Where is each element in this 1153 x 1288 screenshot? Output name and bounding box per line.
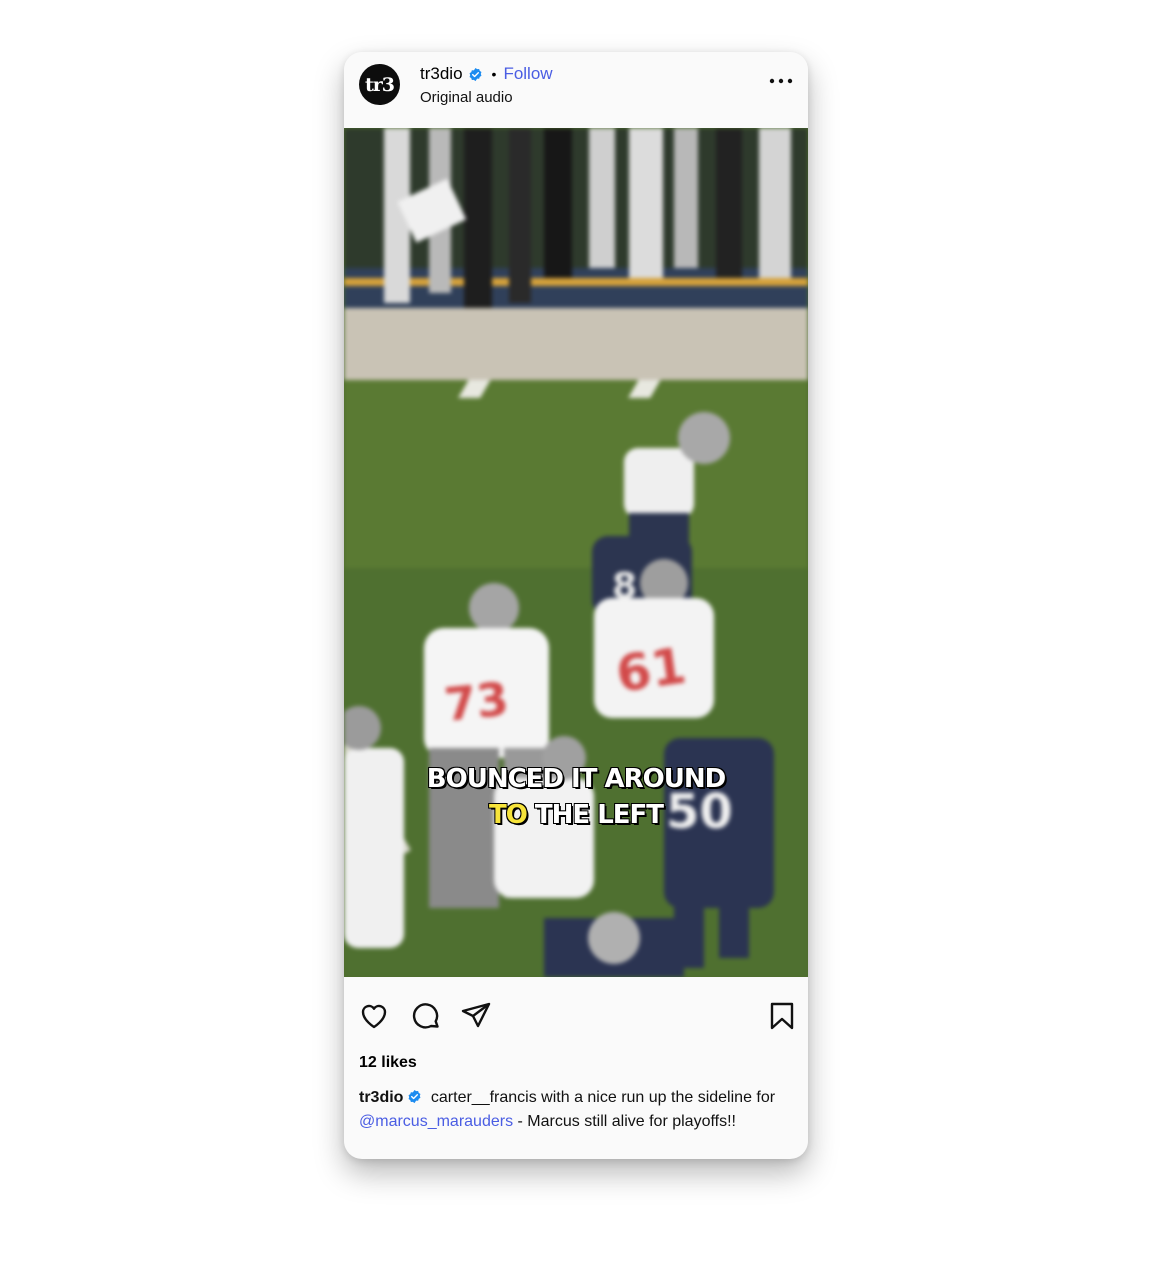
video-caption-rest: THE LEFT	[526, 799, 665, 831]
caption-username[interactable]: tr3dio	[359, 1089, 403, 1106]
post-author-username[interactable]: tr3dio	[420, 64, 463, 84]
video-caption-line2: TO THE LEFT	[344, 799, 808, 831]
comment-icon[interactable]	[410, 1000, 442, 1032]
more-options-icon[interactable]	[768, 74, 794, 88]
jersey-number-61: 61	[613, 636, 690, 703]
caption-text-before: carter__francis with a nice run up the s…	[426, 1089, 776, 1106]
likes-count[interactable]: 12 likes	[359, 1054, 417, 1072]
football-play-frame: 8 61 73 50	[344, 128, 808, 977]
share-icon[interactable]	[460, 1000, 492, 1032]
verified-badge-icon	[409, 1089, 421, 1104]
post-caption: tr3dio carter__francis with a nice run u…	[359, 1086, 799, 1133]
video-caption-highlight: TO	[488, 799, 528, 831]
avatar[interactable]: tr3	[359, 64, 400, 105]
heart-icon[interactable]	[358, 1000, 390, 1032]
reel-post-card: tr3 tr3dio • Follow Original audio 8 61 …	[344, 52, 808, 1159]
audio-label[interactable]: Original audio	[420, 89, 513, 106]
caption-text-after: - Marcus still alive for playoffs!!	[513, 1112, 736, 1130]
post-actions-bar	[344, 977, 808, 1047]
follow-button[interactable]: Follow	[503, 64, 552, 84]
caption-mention-link[interactable]: @marcus_marauders	[359, 1113, 513, 1130]
bookmark-icon[interactable]	[766, 1000, 798, 1032]
separator-dot: •	[491, 66, 497, 82]
video-caption-line1: BOUNCED IT AROUND	[426, 763, 727, 795]
verified-badge-icon	[469, 67, 481, 81]
post-header: tr3 tr3dio • Follow Original audio	[344, 52, 808, 128]
video-player[interactable]: 8 61 73 50 BOUNCED IT AROUND TO THE LEFT	[344, 128, 808, 977]
post-author-row: tr3dio • Follow	[420, 64, 553, 84]
jersey-number-73: 73	[442, 672, 511, 732]
